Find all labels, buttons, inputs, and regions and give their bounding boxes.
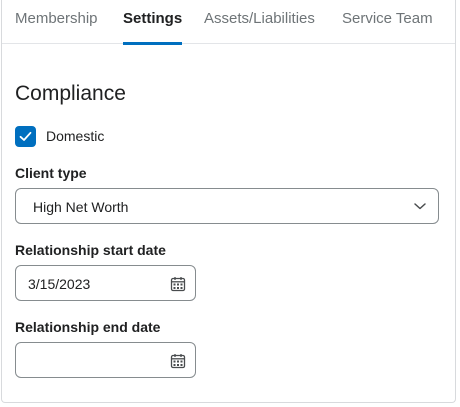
- tab-settings[interactable]: Settings: [123, 10, 183, 45]
- active-tab-indicator: [123, 42, 183, 45]
- client-type-label: Client type: [15, 165, 87, 181]
- tab-assets-liabilities[interactable]: Assets/Liabilities: [204, 10, 315, 44]
- end-date-label: Relationship end date: [15, 319, 161, 335]
- chevron-down-icon: [414, 203, 426, 210]
- domestic-label[interactable]: Domestic: [46, 128, 104, 144]
- tab-label: Assets/Liabilities: [204, 10, 315, 27]
- tab-service-team[interactable]: Service Team: [342, 10, 433, 44]
- tab-bar: Membership Settings Assets/Liabilities S…: [2, 0, 455, 45]
- end-date-field[interactable]: [15, 342, 196, 378]
- client-type-value: High Net Worth: [33, 199, 129, 215]
- start-date-field[interactable]: [15, 265, 196, 301]
- calendar-icon[interactable]: [170, 353, 186, 369]
- end-date-input[interactable]: [28, 352, 168, 370]
- start-date-label: Relationship start date: [15, 242, 166, 258]
- calendar-icon[interactable]: [170, 276, 186, 292]
- domestic-checkbox[interactable]: [15, 126, 36, 147]
- tab-label: Service Team: [342, 10, 433, 27]
- start-date-input[interactable]: [28, 275, 168, 293]
- tab-membership[interactable]: Membership: [15, 10, 98, 44]
- tab-label: Membership: [15, 10, 98, 27]
- section-title: Compliance: [15, 82, 126, 105]
- tab-label: Settings: [123, 10, 183, 27]
- settings-panel: Membership Settings Assets/Liabilities S…: [1, 0, 456, 403]
- checkmark-icon: [19, 131, 32, 141]
- client-type-select[interactable]: High Net Worth: [15, 188, 439, 224]
